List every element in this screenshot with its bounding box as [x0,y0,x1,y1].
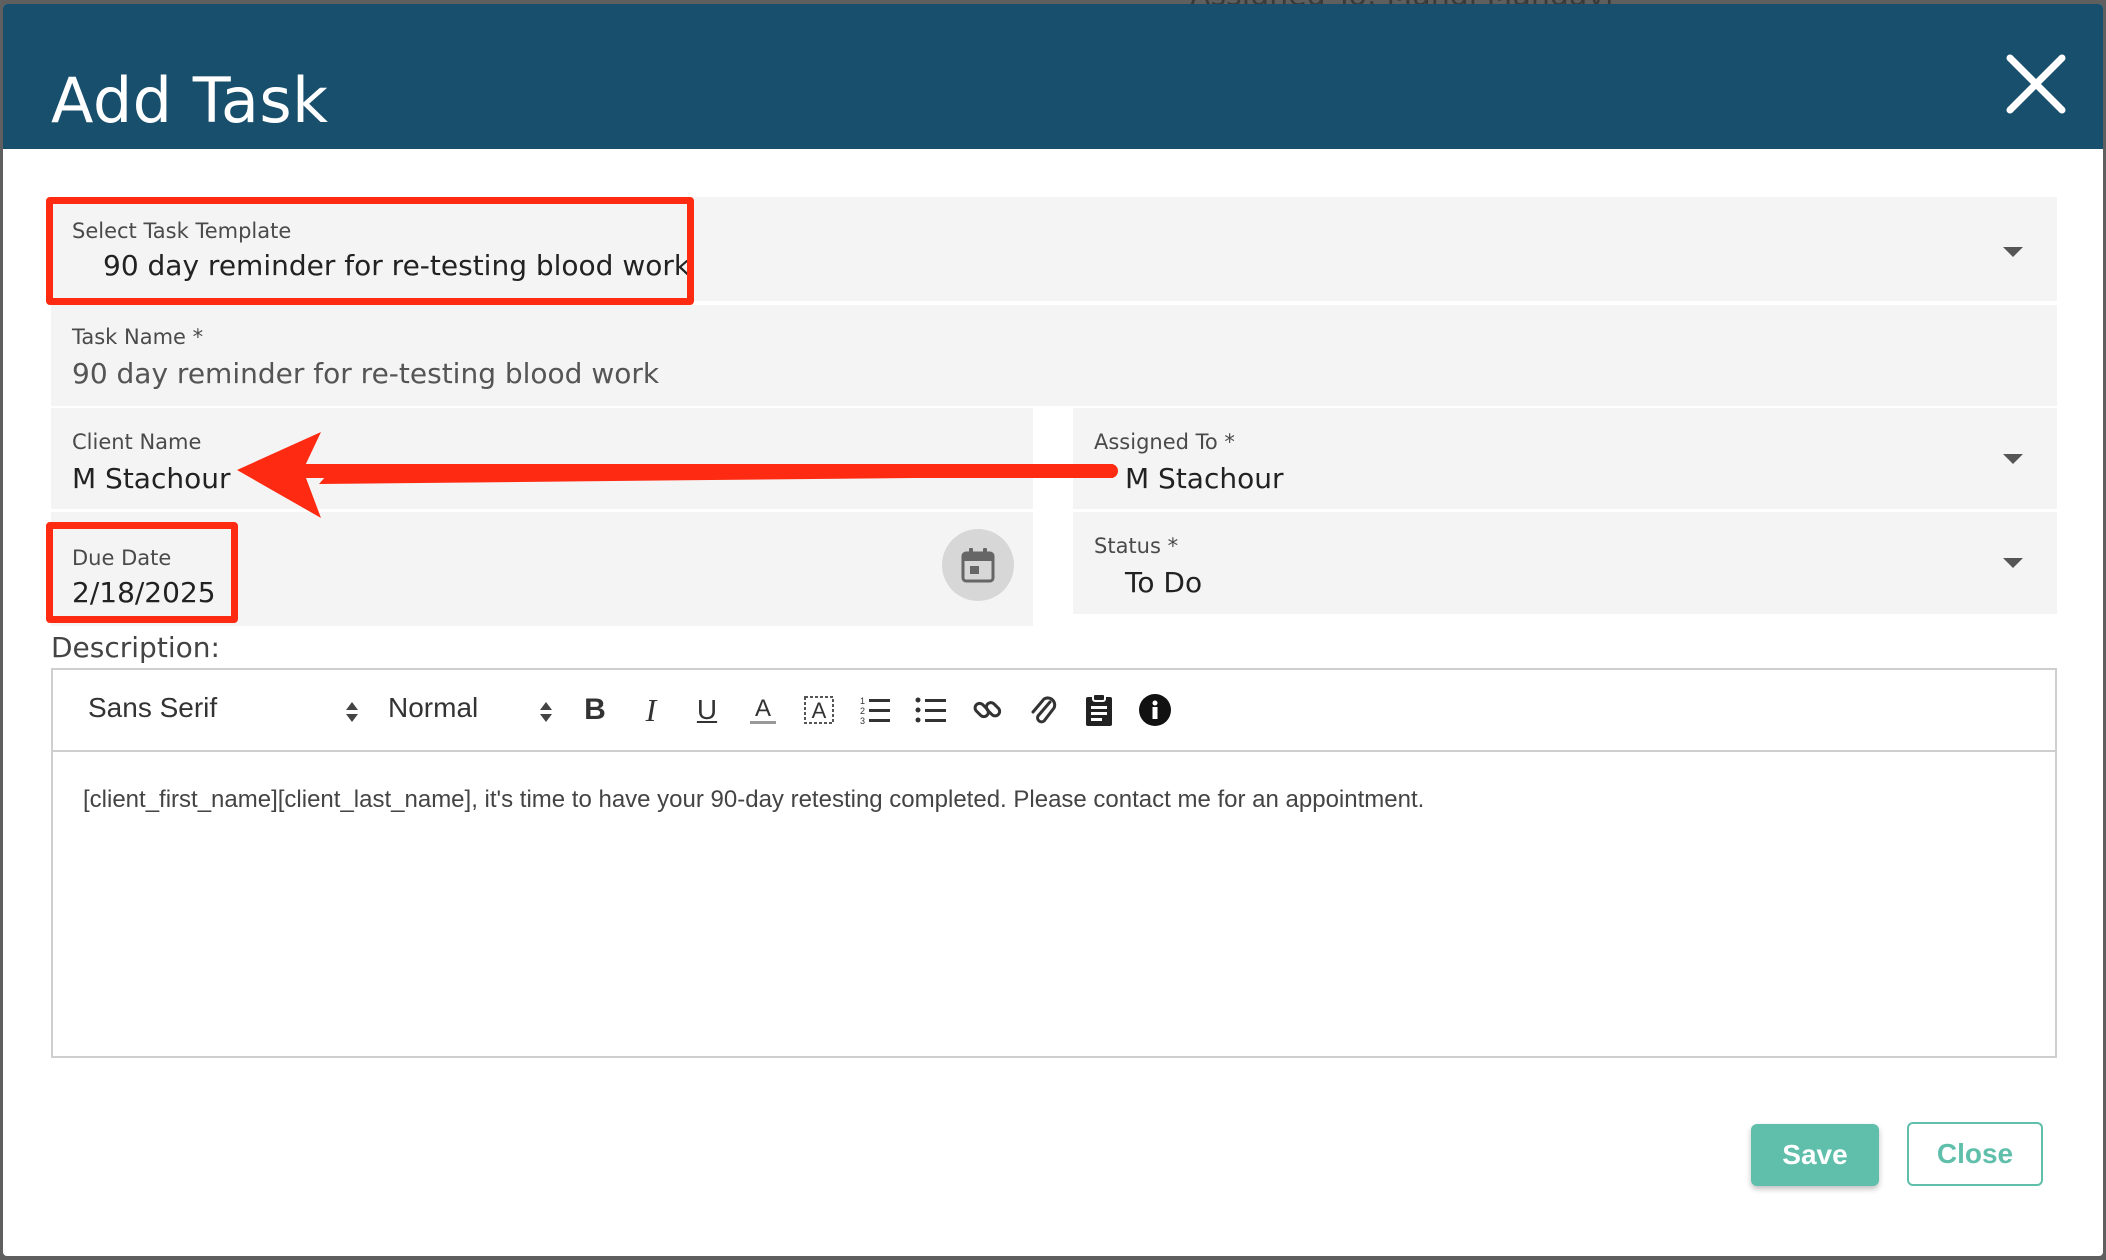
font-color-icon[interactable]: A [743,690,783,730]
client-name-field[interactable]: Client Name M Stachour [51,408,1033,509]
add-task-modal: Add Task Select Task Template 90 day rem… [3,4,2103,1256]
attachment-icon[interactable] [1023,690,1063,730]
svg-text:A: A [812,698,827,723]
italic-icon[interactable]: I [631,690,671,730]
task-template-label: Select Task Template [72,219,292,243]
font-family-select[interactable]: Sans Serif [88,692,217,724]
task-name-field[interactable]: Task Name * 90 day reminder for re-testi… [51,305,2057,406]
select-arrows-icon [346,702,358,722]
chevron-down-icon [2003,247,2023,257]
svg-text:2: 2 [860,706,865,716]
modal-title: Add Task [51,64,329,137]
save-button[interactable]: Save [1751,1124,1879,1186]
svg-text:3: 3 [860,716,865,725]
assigned-to-value: M Stachour [1125,462,1284,495]
status-label: Status * [1094,534,1179,558]
calendar-icon[interactable] [942,529,1014,601]
close-icon[interactable] [2006,54,2066,114]
status-select[interactable]: Status * To Do [1073,512,2057,614]
svg-text:A: A [755,695,771,722]
ordered-list-icon[interactable]: 123 [855,690,895,730]
editor-toolbar: Sans Serif Normal B I U A A 1 2 3 [53,670,2055,752]
clipboard-icon[interactable] [1079,690,1119,730]
font-size-select[interactable]: Normal [388,692,478,724]
due-date-label: Due Date [72,546,172,570]
info-icon[interactable] [1135,690,1175,730]
assigned-to-label: Assigned To * [1094,430,1235,454]
description-text[interactable]: [client_first_name][client_last_name], i… [83,786,1424,814]
client-name-value[interactable]: M Stachour [72,462,231,495]
chevron-down-icon [2003,558,2023,568]
link-icon[interactable] [967,690,1007,730]
bullet-list-icon[interactable] [911,690,951,730]
svg-text:1: 1 [860,696,865,706]
task-template-select[interactable]: Select Task Template 90 day reminder for… [51,197,2057,301]
assigned-to-select[interactable]: Assigned To * M Stachour [1073,408,2057,509]
task-template-value: 90 day reminder for re-testing blood wor… [103,249,691,282]
client-name-label: Client Name [72,430,202,454]
due-date-input[interactable]: 2/18/2025 [72,576,216,609]
bold-icon[interactable]: B [575,690,615,730]
chevron-down-icon [2003,454,2023,464]
status-value: To Do [1125,566,1203,599]
annotation-arrow [237,432,1118,518]
close-button[interactable]: Close [1907,1122,2043,1186]
task-name-label: Task Name * [72,325,204,349]
underline-icon[interactable]: U [687,690,727,730]
due-date-field[interactable]: Due Date 2/18/2025 [51,512,1033,626]
description-label: Description: [51,631,220,664]
background-color-icon[interactable]: A [799,690,839,730]
task-name-input[interactable]: 90 day reminder for re-testing blood wor… [72,357,659,390]
select-arrows-icon [540,702,552,722]
modal-header: Add Task [3,4,2103,149]
description-editor: Sans Serif Normal B I U A A 1 2 3 [clien… [51,668,2057,1058]
